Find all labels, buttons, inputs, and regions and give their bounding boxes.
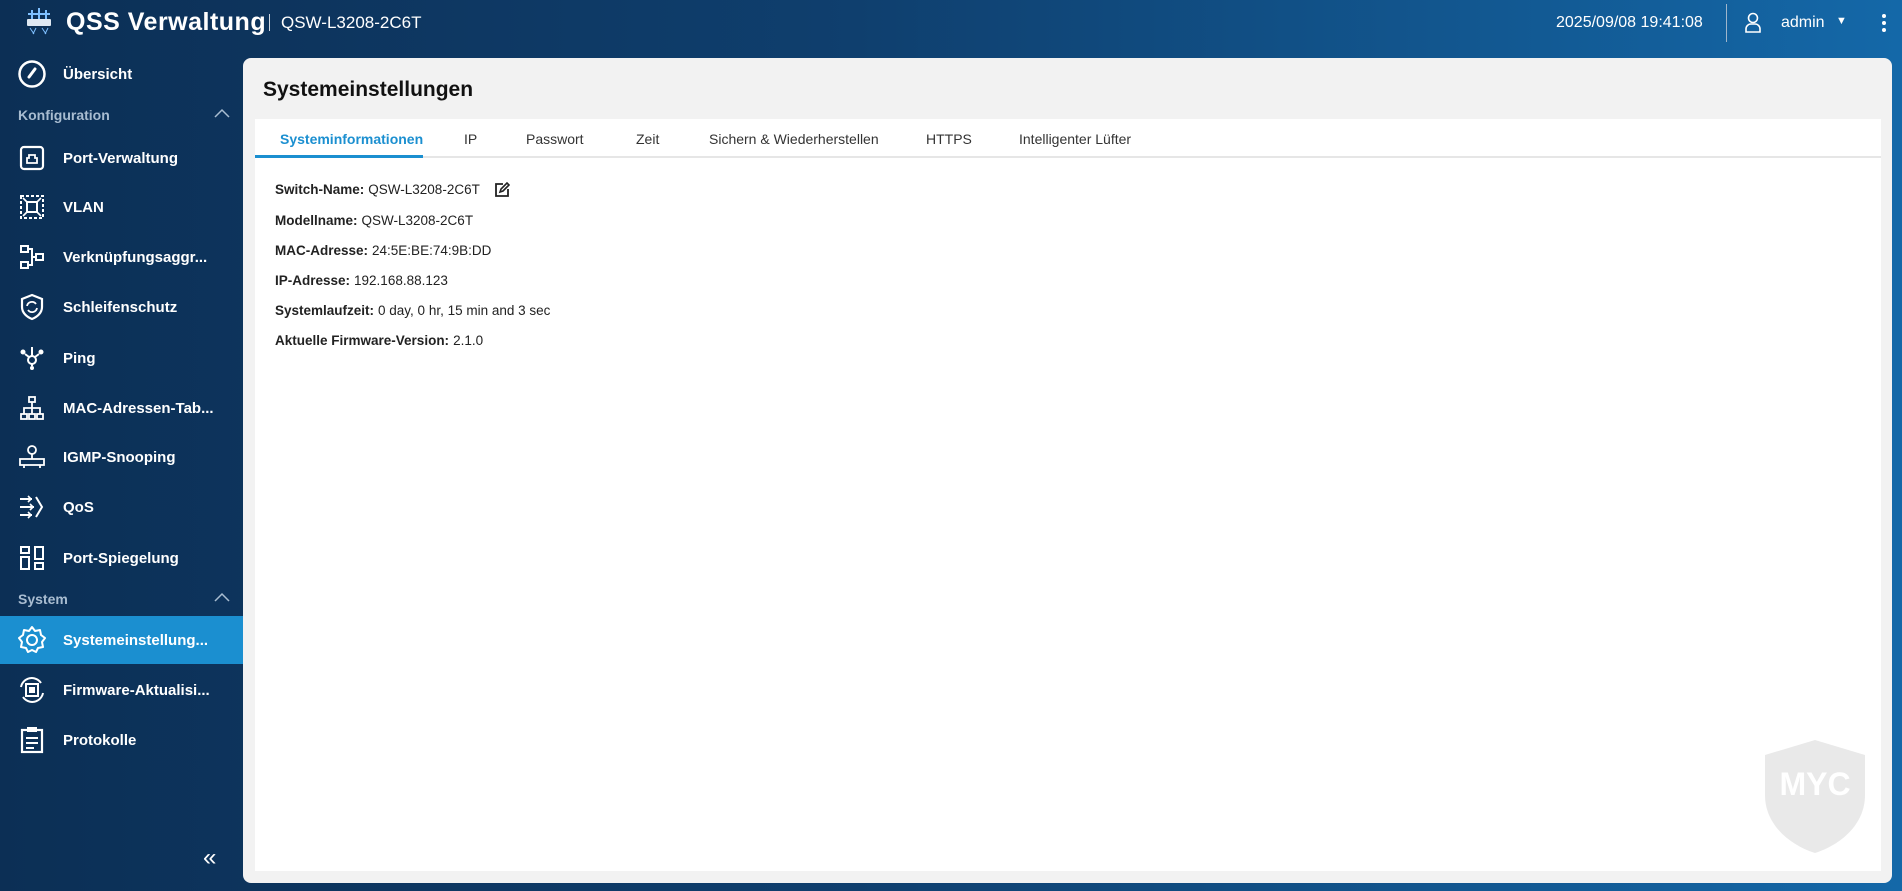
sidebar-item-label: Systemeinstellung... <box>63 631 209 649</box>
tab-backup-restore[interactable]: Sichern & Wiederherstellen <box>709 131 879 147</box>
sidebar: Übersicht Konfiguration Port-Verwaltung … <box>0 48 243 891</box>
port-icon <box>17 143 47 173</box>
log-icon <box>17 725 47 755</box>
qos-icon <box>17 492 47 522</box>
sidebar-item-loop-protection[interactable]: Schleifenschutz <box>0 283 243 331</box>
hierarchy-icon <box>17 393 47 423</box>
sidebar-item-firmware[interactable]: Firmware-Aktualisi... <box>0 666 243 714</box>
info-value: 192.168.88.123 <box>354 273 448 288</box>
sidebar-item-overview[interactable]: Übersicht <box>0 50 243 98</box>
edit-icon[interactable] <box>494 182 510 198</box>
tab-https[interactable]: HTTPS <box>926 131 972 147</box>
active-tab-indicator <box>255 155 423 158</box>
sidebar-item-label: Firmware-Aktualisi... <box>63 681 210 699</box>
page-title: Systemeinstellungen <box>263 78 474 101</box>
info-label: IP-Adresse: <box>275 273 351 288</box>
gauge-icon <box>17 59 47 89</box>
sidebar-item-mac-table[interactable]: MAC-Adressen-Tab... <box>0 384 243 432</box>
sidebar-item-label: Verknüpfungsaggr... <box>63 248 208 266</box>
section-system: System <box>18 591 68 607</box>
device-model: QSW-L3208-2C6T <box>281 13 422 32</box>
vlan-icon <box>17 192 47 222</box>
tab-passwort[interactable]: Passwort <box>526 131 584 147</box>
sidebar-item-link-aggregation[interactable]: Verknüpfungsaggr... <box>0 233 243 281</box>
info-label: MAC-Adresse: <box>275 243 369 258</box>
watermark-logo: MYC <box>1765 740 1865 853</box>
info-value: 2.1.0 <box>453 333 484 348</box>
svg-text:MYC: MYC <box>1779 766 1850 802</box>
divider <box>269 14 270 31</box>
sidebar-item-qos[interactable]: QoS <box>0 483 243 531</box>
sidebar-item-logs[interactable]: Protokolle <box>0 716 243 764</box>
caret-down-icon[interactable]: ▼ <box>1836 15 1847 27</box>
app-title: QSS Verwaltung <box>66 8 267 36</box>
mirror-icon <box>17 543 47 573</box>
info-label: Aktuelle Firmware-Version: <box>275 333 450 348</box>
top-bar: QSS Verwaltung QSW-L3208-2C6T 2025/09/08… <box>0 0 1902 48</box>
info-label: Systemlaufzeit: <box>275 303 375 318</box>
info-mac-address: MAC-Adresse: 24:5E:BE:74:9B:DD <box>275 243 491 258</box>
sidebar-item-label: QoS <box>63 498 94 516</box>
sidebar-item-label: Port-Verwaltung <box>63 149 179 167</box>
sidebar-item-label: Port-Spiegelung <box>63 549 179 567</box>
sidebar-item-label: MAC-Adressen-Tab... <box>63 399 214 417</box>
collapse-sidebar-icon[interactable]: « <box>203 844 216 872</box>
info-label: Switch-Name: <box>275 182 365 197</box>
info-value: 24:5E:BE:74:9B:DD <box>372 243 492 258</box>
sidebar-item-label: Protokolle <box>63 731 137 749</box>
divider <box>1726 4 1727 42</box>
firmware-icon <box>17 675 47 705</box>
ping-icon <box>17 343 47 373</box>
sidebar-item-vlan[interactable]: VLAN <box>0 183 243 231</box>
info-uptime: Systemlaufzeit: 0 day, 0 hr, 15 min and 3… <box>275 303 550 318</box>
tab-systeminformationen[interactable]: Systeminformationen <box>280 131 423 147</box>
sidebar-item-port-verwaltung[interactable]: Port-Verwaltung <box>0 134 243 182</box>
sidebar-item-label: VLAN <box>63 198 104 216</box>
info-label: Modellname: <box>275 213 358 228</box>
user-menu[interactable]: admin <box>1781 14 1825 32</box>
tab-smart-fan[interactable]: Intelligenter Lüfter <box>1019 131 1131 147</box>
tab-zeit[interactable]: Zeit <box>636 131 659 147</box>
sidebar-item-label: Ping <box>63 349 96 367</box>
main-panel: Systemeinstellungen Systeminformationen … <box>243 58 1892 883</box>
info-firmware-version: Aktuelle Firmware-Version: 2.1.0 <box>275 333 483 348</box>
switch-logo-icon <box>27 8 51 35</box>
link-aggregation-icon <box>17 242 47 272</box>
user-icon[interactable] <box>1744 12 1762 34</box>
tab-bar: Systeminformationen IP Passwort Zeit Sic… <box>255 119 1881 158</box>
info-value: 0 day, 0 hr, 15 min and 3 sec <box>378 303 551 318</box>
info-model-name: Modellname: QSW-L3208-2C6T <box>275 213 473 228</box>
tab-ip[interactable]: IP <box>464 131 477 147</box>
sidebar-item-port-mirroring[interactable]: Port-Spiegelung <box>0 534 243 582</box>
info-value: QSW-L3208-2C6T <box>361 213 474 228</box>
more-vertical-icon[interactable] <box>1879 12 1889 34</box>
info-ip-address: IP-Adresse: 192.168.88.123 <box>275 273 448 288</box>
shield-icon <box>17 292 47 322</box>
chevron-up-icon[interactable] <box>214 108 230 118</box>
sidebar-item-ping[interactable]: Ping <box>0 334 243 382</box>
datetime: 2025/09/08 19:41:08 <box>1556 14 1703 31</box>
info-value: QSW-L3208-2C6T <box>368 182 480 197</box>
settings-card: Systeminformationen IP Passwort Zeit Sic… <box>255 119 1881 871</box>
sidebar-item-label: Schleifenschutz <box>63 298 178 316</box>
sidebar-item-label: Übersicht <box>63 65 133 83</box>
section-konfiguration: Konfiguration <box>18 107 110 123</box>
igmp-icon <box>17 442 47 472</box>
sidebar-item-igmp[interactable]: IGMP-Snooping <box>0 433 243 481</box>
gear-icon <box>17 625 47 655</box>
chevron-up-icon[interactable] <box>214 592 230 602</box>
info-switch-name: Switch-Name: QSW-L3208-2C6T <box>275 182 480 197</box>
sidebar-item-system-settings[interactable]: Systemeinstellung... <box>0 616 243 664</box>
sidebar-item-label: IGMP-Snooping <box>63 448 176 466</box>
